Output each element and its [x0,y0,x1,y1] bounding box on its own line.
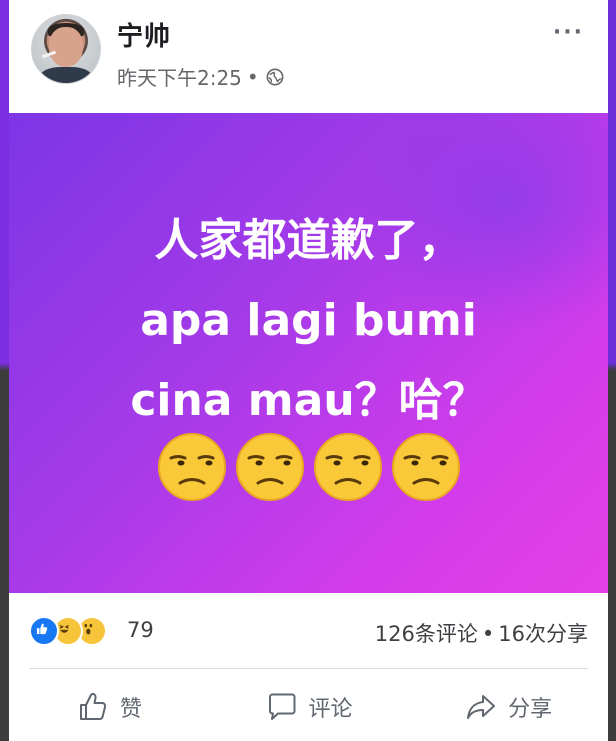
post-text: 人家都道歉了， apa lagi bumi cina mau？哈？ [9,201,608,441]
avatar-shirt [40,67,92,83]
unamused-face-icon [313,433,382,501]
background-left-strip [0,0,9,741]
post-meta: 昨天下午2:25 • [117,62,284,91]
comment-button-label: 评论 [308,696,353,722]
share-count[interactable]: 16次分享 [498,622,588,646]
comment-bubble-icon [268,693,295,720]
post-text-line-3: cina mau？哈？ [130,375,487,426]
reaction-count[interactable]: 79 [127,618,154,642]
engagement-separator: • [481,622,495,646]
engagement-summary: 126条评论 • 16次分享 [375,618,588,648]
emoji-row [9,431,608,503]
share-button-label: 分享 [508,696,553,722]
avatar[interactable] [31,14,101,84]
post-text-line-1: 人家都道歉了， [154,215,463,266]
unamused-face-icon [235,433,304,501]
more-options-icon[interactable]: ··· [553,20,584,45]
action-bar: 赞 评论 分享 [9,672,608,741]
globe-icon[interactable] [266,68,284,86]
unamused-face-icon [391,433,460,501]
like-button-label: 赞 [119,696,142,722]
like-button[interactable]: 赞 [9,672,209,741]
background-right-strip [608,0,616,741]
share-arrow-icon [467,694,496,719]
meta-separator: • [246,64,259,89]
comment-button[interactable]: 评论 [209,672,409,741]
post-timestamp[interactable]: 昨天下午2:25 [117,62,242,91]
post-card: 宁帅 昨天下午2:25 • ··· 人家都道歉了， apa lagi bumi … [9,0,608,741]
reaction-icons[interactable] [29,616,107,646]
author-name[interactable]: 宁帅 [117,16,171,53]
post-header: 宁帅 昨天下午2:25 • ··· [9,0,608,112]
post-content-card: 人家都道歉了， apa lagi bumi cina mau？哈？ [9,113,608,593]
avatar-face [49,27,83,67]
comment-count[interactable]: 126条评论 [375,622,478,646]
share-button[interactable]: 分享 [408,672,608,741]
divider [29,668,588,669]
post-text-line-2: apa lagi bumi [140,295,477,346]
reaction-bar: 79 126条评论 • 16次分享 [9,600,608,664]
thumbs-up-icon [79,692,106,720]
like-reaction-icon [29,616,59,646]
unamused-face-icon [157,433,226,501]
